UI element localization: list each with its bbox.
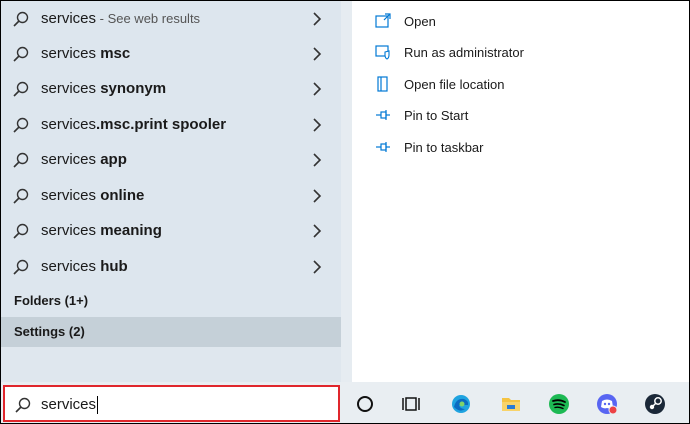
settings-section-header[interactable]: Settings (2)	[14, 324, 85, 339]
result-row[interactable]: services app	[1, 142, 341, 177]
result-prefix: services	[41, 187, 101, 204]
result-prefix: services	[41, 116, 97, 133]
edge-icon[interactable]	[450, 393, 472, 415]
file-explorer-icon[interactable]	[500, 393, 522, 415]
chevron-right-icon[interactable]	[310, 223, 324, 239]
result-prefix: services	[41, 222, 101, 239]
result-suggestion: app	[100, 151, 127, 168]
spotify-icon[interactable]	[548, 393, 570, 415]
search-icon	[13, 117, 29, 133]
result-text: services - See web results	[41, 10, 200, 27]
actions-panel: Open Run as administrator Open file loca…	[352, 1, 689, 382]
search-icon	[13, 259, 29, 275]
action-pin-to-taskbar[interactable]: Pin to taskbar	[374, 134, 484, 160]
result-suggestion: online	[100, 187, 145, 204]
result-text: services meaning	[41, 222, 162, 239]
result-suggestion: synonym	[100, 80, 167, 97]
action-label: Pin to taskbar	[404, 139, 484, 155]
action-label: Open file location	[404, 76, 505, 92]
search-icon	[13, 11, 29, 27]
chevron-right-icon[interactable]	[310, 117, 324, 133]
result-text: services hub	[41, 258, 128, 275]
action-open[interactable]: Open	[374, 8, 436, 34]
file-location-icon	[377, 76, 388, 92]
pin-icon	[376, 110, 390, 120]
search-icon	[13, 152, 29, 168]
action-open-file-location[interactable]: Open file location	[374, 71, 504, 97]
result-suggestion: hub	[100, 258, 128, 275]
search-input[interactable]: services	[3, 385, 340, 422]
open-icon	[375, 13, 391, 28]
action-label: Run as administrator	[404, 44, 524, 60]
result-row[interactable]: services online	[1, 178, 341, 213]
result-text: services.msc.print spooler	[41, 116, 226, 133]
result-row[interactable]: services - See web results	[1, 1, 341, 36]
text-caret	[97, 396, 99, 415]
result-text: services synonym	[41, 80, 166, 97]
result-prefix: services	[41, 151, 101, 168]
chevron-right-icon[interactable]	[310, 259, 324, 275]
result-row[interactable]: services synonym	[1, 71, 341, 106]
result-row[interactable]: services meaning	[1, 213, 341, 248]
windows-search-window: services - See web results services msc …	[0, 0, 690, 424]
result-text: services online	[41, 187, 144, 204]
action-run-as-administrator[interactable]: Run as administrator	[374, 39, 524, 65]
search-icon	[13, 188, 29, 204]
task-view-icon[interactable]	[400, 393, 422, 415]
chevron-right-icon[interactable]	[310, 188, 324, 204]
result-suggestion: .msc.print spooler	[96, 116, 227, 133]
panel-spacer	[1, 347, 341, 382]
result-prefix: services	[41, 258, 101, 275]
action-label: Pin to Start	[404, 107, 469, 123]
shield-icon	[375, 45, 390, 60]
search-icon	[15, 397, 31, 413]
search-icon	[13, 223, 29, 239]
action-pin-to-start[interactable]: Pin to Start	[374, 102, 468, 128]
folders-section-header[interactable]: Folders (1+)	[14, 293, 88, 308]
chevron-right-icon[interactable]	[310, 11, 324, 27]
result-prefix: services	[41, 45, 101, 62]
result-row[interactable]: services.msc.print spooler	[1, 107, 341, 142]
search-query: services	[41, 396, 99, 415]
result-hint: - See web results	[96, 11, 201, 26]
search-icon	[13, 81, 29, 97]
result-row[interactable]: services hub	[1, 249, 341, 284]
result-text: services msc	[41, 45, 130, 62]
results-panel: services - See web results services msc …	[1, 1, 341, 382]
result-text: services app	[41, 151, 127, 168]
result-suggestion: msc	[100, 45, 131, 62]
search-query-text: services	[41, 396, 97, 413]
cortana-icon[interactable]	[354, 393, 376, 415]
chevron-right-icon[interactable]	[310, 152, 324, 168]
steam-icon[interactable]	[644, 393, 666, 415]
pin-icon	[376, 142, 390, 152]
result-suggestion: meaning	[100, 222, 162, 239]
result-prefix: services	[41, 10, 97, 27]
result-row[interactable]: services msc	[1, 36, 341, 71]
discord-icon[interactable]	[596, 393, 618, 415]
result-prefix: services	[41, 80, 101, 97]
action-label: Open	[404, 13, 436, 29]
chevron-right-icon[interactable]	[310, 81, 324, 97]
chevron-right-icon[interactable]	[310, 46, 324, 62]
search-icon	[13, 46, 29, 62]
panel-divider	[341, 1, 352, 382]
